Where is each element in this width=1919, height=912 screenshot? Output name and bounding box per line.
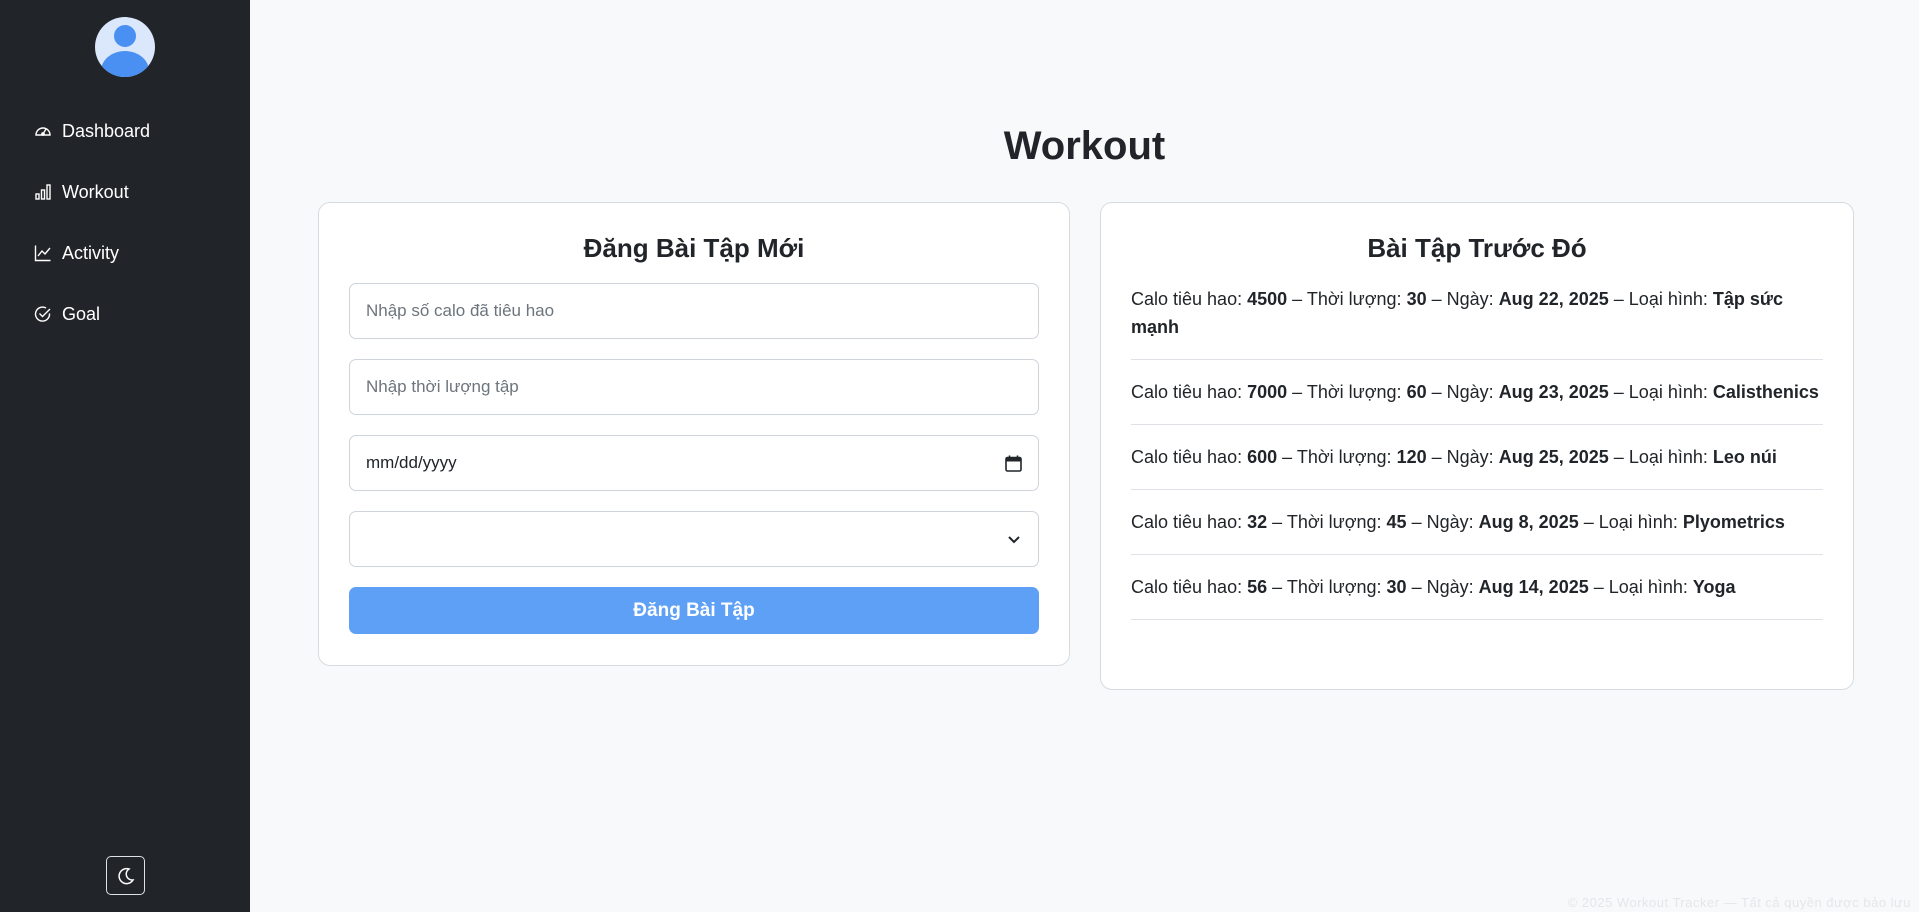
separator: – [1613,447,1624,467]
type-label: Loại hình: [1608,577,1688,597]
duration-value: 30 [1406,289,1427,309]
type-label: Loại hình: [1628,289,1708,309]
avatar-body [101,51,149,77]
separator: – [1292,382,1303,402]
calories-input[interactable] [366,301,1022,321]
previous-workouts-title: Bài Tập Trước Đó [1367,233,1587,263]
previous-workouts-list: Calo tiêu hao: 4500 – Thời lượng: 30 – N… [1131,285,1823,638]
type-label: Loại hình: [1598,512,1678,532]
date-value: Aug 8, 2025 [1478,512,1579,532]
list-item: Calo tiêu hao: 32 – Thời lượng: 45 – Ngà… [1131,508,1823,555]
duration-label: Thời lượng: [1286,577,1382,597]
separator: – [1272,512,1283,532]
duration-label: Thời lượng: [1306,289,1402,309]
duration-field[interactable] [349,359,1039,415]
separator: – [1282,447,1293,467]
sidebar: Dashboard Workout Activity Goal [0,0,250,912]
duration-label: Thời lượng: [1306,382,1402,402]
type-label: Loại hình: [1628,382,1708,402]
duration-value: 120 [1396,447,1427,467]
list-item: Calo tiêu hao: 7000 – Thời lượng: 60 – N… [1131,378,1823,425]
calories-label: Calo tiêu hao: [1131,447,1243,467]
type-value: Yoga [1692,577,1736,597]
sidebar-item-label: Workout [62,181,129,202]
date-label: Ngày: [1426,512,1474,532]
footer-text: © 2025 Workout Tracker — Tất cả quyền đư… [1567,895,1911,910]
calories-label: Calo tiêu hao: [1131,577,1243,597]
separator: – [1411,512,1422,532]
main-content: Workout Đăng Bài Tập Mới mm/dd/yyyy [250,0,1919,912]
list-item: Calo tiêu hao: 4500 – Thời lượng: 30 – N… [1131,285,1823,360]
theme-toggle-button[interactable] [106,856,145,895]
sidebar-item-label: Dashboard [62,120,151,141]
calories-value: 56 [1247,577,1268,597]
calories-value: 7000 [1247,382,1288,402]
type-value: Calisthenics [1712,382,1819,402]
new-workout-card: Đăng Bài Tập Mới mm/dd/yyyy [318,202,1070,666]
date-value: Aug 14, 2025 [1478,577,1589,597]
avatar[interactable] [95,17,155,77]
bar-chart-icon [35,184,51,200]
date-value: Aug 25, 2025 [1498,447,1609,467]
list-item: Calo tiêu hao: 600 – Thời lượng: 120 – N… [1131,443,1823,490]
calories-value: 4500 [1247,289,1288,309]
type-label: Loại hình: [1628,447,1708,467]
line-chart-icon [34,245,51,262]
separator: – [1431,447,1442,467]
previous-workouts-card: Bài Tập Trước Đó Calo tiêu hao: 4500 – T… [1100,202,1854,690]
calories-value: 32 [1247,512,1268,532]
date-label: Ngày: [1446,289,1494,309]
date-input[interactable]: mm/dd/yyyy [366,453,457,473]
sidebar-nav: Dashboard Workout Activity Goal [0,116,250,360]
calories-label: Calo tiêu hao: [1131,289,1243,309]
calories-label: Calo tiêu hao: [1131,382,1243,402]
date-value: Aug 22, 2025 [1498,289,1609,309]
dashboard-gauge-icon [35,127,51,136]
duration-input[interactable] [366,377,1022,397]
sidebar-item-dashboard[interactable]: Dashboard [0,116,250,146]
separator: – [1593,577,1604,597]
calories-field[interactable] [349,283,1039,339]
type-value: Plyometrics [1682,512,1785,532]
separator: – [1583,512,1594,532]
sidebar-item-activity[interactable]: Activity [0,238,250,268]
date-value: Aug 23, 2025 [1498,382,1609,402]
separator: – [1272,577,1283,597]
submit-workout-button[interactable]: Đăng Bài Tập [349,587,1039,634]
check-circle-icon [34,306,51,322]
calendar-icon[interactable] [1005,455,1022,472]
sidebar-item-workout[interactable]: Workout [0,177,250,207]
avatar-head [114,25,136,47]
calories-label: Calo tiêu hao: [1131,512,1243,532]
date-field[interactable]: mm/dd/yyyy [349,435,1039,491]
sidebar-item-goal[interactable]: Goal [0,299,250,329]
date-label: Ngày: [1446,382,1494,402]
chevron-down-icon [1008,536,1020,544]
separator: – [1431,382,1442,402]
duration-value: 45 [1386,512,1407,532]
calories-value: 600 [1247,447,1278,467]
duration-value: 60 [1406,382,1427,402]
separator: – [1411,577,1422,597]
page-title: Workout [1003,124,1166,168]
date-label: Ngày: [1446,447,1494,467]
separator: – [1613,289,1624,309]
new-workout-title: Đăng Bài Tập Mới [583,233,805,263]
duration-label: Thời lượng: [1286,512,1382,532]
separator: – [1292,289,1303,309]
list-item: Calo tiêu hao: 56 – Thời lượng: 30 – Ngà… [1131,573,1823,620]
separator: – [1613,382,1624,402]
duration-value: 30 [1386,577,1407,597]
new-workout-form: mm/dd/yyyy Đăng Bài Tập [349,283,1039,634]
moon-icon [117,867,134,884]
workout-type-select[interactable] [349,511,1039,567]
sidebar-item-label: Activity [62,242,120,263]
duration-label: Thời lượng: [1296,447,1392,467]
separator: – [1431,289,1442,309]
app-root: Dashboard Workout Activity Goal Workout … [0,0,1919,912]
date-label: Ngày: [1426,577,1474,597]
sidebar-item-label: Goal [62,303,101,324]
type-value: Leo núi [1712,447,1777,467]
